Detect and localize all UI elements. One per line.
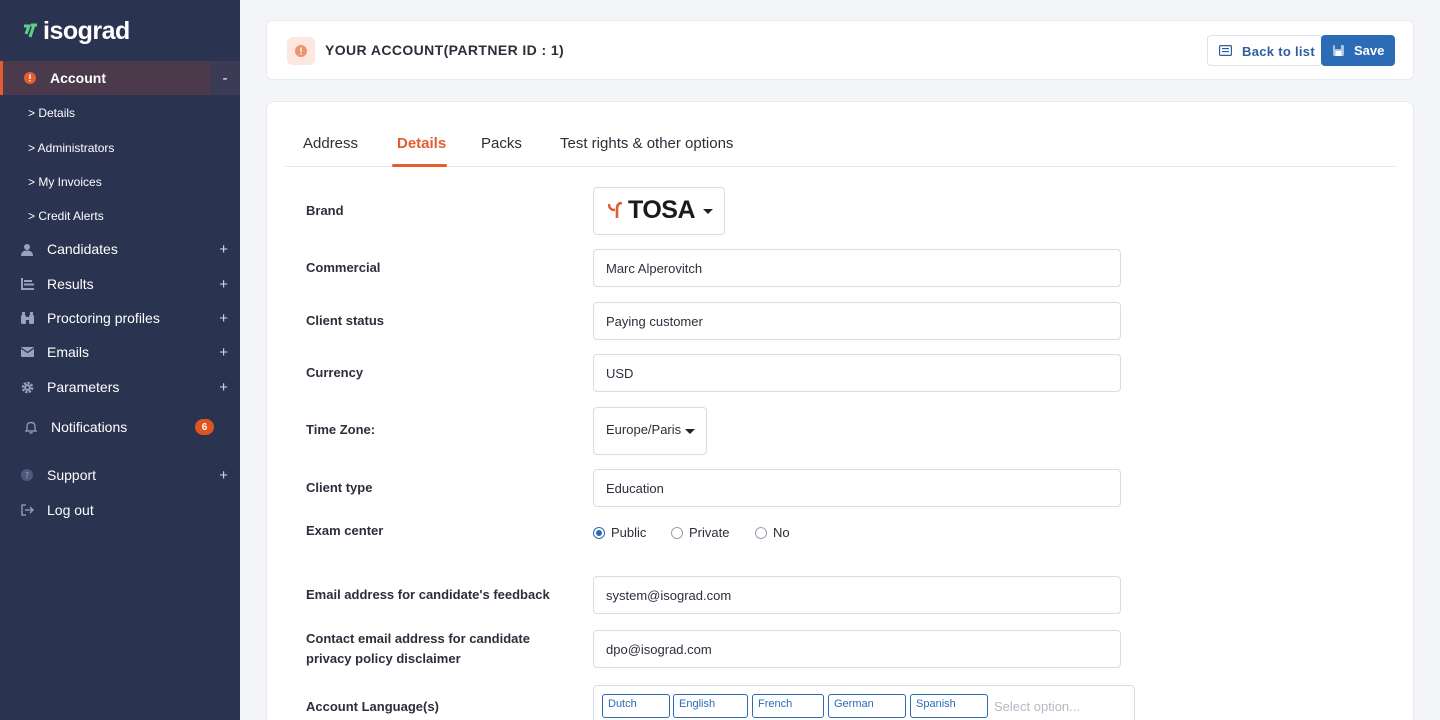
languages-placeholder[interactable]: Select option... [994, 699, 1080, 714]
exam-center-label: Exam center [306, 523, 384, 538]
sidebar-item-label: Candidates [47, 241, 118, 257]
timezone-select[interactable]: Europe/Paris [593, 407, 707, 455]
envelope-icon [20, 345, 34, 359]
client-type-field[interactable]: Education [593, 469, 1121, 507]
expand-toggle[interactable]: + [219, 276, 228, 293]
sidebar-item-proctoring[interactable]: Proctoring profiles + [0, 301, 240, 335]
expand-toggle[interactable]: + [219, 344, 228, 361]
account-icon [23, 71, 37, 85]
feedback-email-label: Email address for candidate's feedback [306, 587, 550, 602]
warning-icon [287, 37, 315, 65]
tab-test-rights[interactable]: Test rights & other options [560, 135, 733, 152]
brand-label: Brand [306, 203, 344, 218]
exam-center-private-radio[interactable]: Private [671, 525, 729, 540]
back-to-list-label: Back to list [1242, 44, 1315, 59]
tab-details[interactable]: Details [397, 135, 446, 152]
active-tab-indicator [392, 164, 447, 167]
expand-toggle[interactable]: + [219, 379, 228, 396]
radio-dot [755, 526, 767, 539]
currency-label: Currency [306, 365, 364, 380]
brand-value: TOSA [628, 196, 696, 224]
language-chip[interactable]: German [828, 694, 906, 718]
commercial-field[interactable]: Marc Alperovitch [593, 249, 1121, 287]
timezone-value: Europe/Paris [606, 422, 682, 437]
sidebar-item-results[interactable]: Results + [0, 267, 240, 301]
language-chip[interactable]: Spanish [910, 694, 988, 718]
help-icon: ? [20, 468, 34, 482]
currency-field[interactable]: USD [593, 354, 1121, 392]
logo-text: isograd [43, 16, 130, 45]
save-label: Save [1354, 43, 1385, 58]
sidebar-item-label: Support [47, 467, 97, 483]
sidebar-subitem-invoices[interactable]: > My Invoices [28, 175, 102, 189]
page-header: YOUR ACCOUNT(PARTNER ID : 1) Back to lis… [266, 20, 1414, 80]
tab-address[interactable]: Address [303, 135, 358, 152]
languages-multiselect[interactable]: Dutch English French German Spanish Sele… [593, 685, 1135, 720]
sidebar-item-label: Account [50, 70, 106, 86]
privacy-email-field[interactable]: dpo@isograd.com [593, 630, 1121, 668]
sidebar-subitem-credit-alerts[interactable]: > Credit Alerts [28, 209, 104, 223]
sidebar-subitem-administrators[interactable]: > Administrators [28, 141, 114, 155]
sidebar: isograd Account - > Details > Administra… [0, 0, 240, 720]
radio-label: Private [689, 525, 730, 540]
radio-dot [593, 526, 605, 539]
user-icon [20, 242, 34, 256]
radio-label: Public [611, 525, 647, 540]
notification-count-badge: 6 [195, 419, 214, 435]
languages-label: Account Language(s) [306, 699, 439, 714]
chevron-down-icon [703, 209, 713, 214]
expand-toggle[interactable]: + [219, 467, 228, 484]
sidebar-item-label: Notifications [51, 419, 128, 435]
isograd-mark-icon [24, 23, 37, 38]
feedback-email-field[interactable]: system@isograd.com [593, 576, 1121, 614]
account-details-card: Address Details Packs Test rights & othe… [266, 101, 1414, 720]
logout-icon [20, 503, 34, 517]
gear-icon [20, 380, 34, 394]
commercial-label: Commercial [306, 260, 381, 275]
sidebar-subitem-details[interactable]: > Details [28, 106, 75, 120]
results-icon [20, 277, 34, 291]
client-status-label: Client status [306, 313, 385, 328]
tab-packs[interactable]: Packs [481, 135, 522, 152]
client-type-label: Client type [306, 480, 373, 495]
language-chip[interactable]: French [752, 694, 824, 718]
sidebar-item-label: Results [47, 276, 94, 292]
sidebar-item-label: Parameters [47, 379, 120, 395]
tosa-logo-icon [608, 202, 623, 218]
exam-center-public-radio[interactable]: Public [593, 525, 646, 540]
sidebar-item-emails[interactable]: Emails + [0, 335, 240, 369]
back-to-list-button[interactable]: Back to list [1207, 35, 1322, 66]
collapse-toggle[interactable]: - [210, 61, 240, 95]
sidebar-item-label: Emails [47, 344, 90, 360]
brand-select[interactable]: TOSA [593, 187, 725, 235]
sidebar-item-logout[interactable]: Log out [0, 493, 240, 527]
tab-bar: Address Details Packs Test rights & othe… [285, 102, 1396, 167]
sidebar-item-parameters[interactable]: Parameters + [0, 370, 240, 404]
sidebar-item-account[interactable]: Account - [0, 61, 240, 95]
expand-toggle[interactable]: + [219, 310, 228, 327]
list-icon [1219, 45, 1232, 56]
page-title: YOUR ACCOUNT(PARTNER ID : 1) [325, 42, 565, 58]
isograd-logo[interactable]: isograd [22, 16, 130, 46]
privacy-email-label: Contact email address for candidate priv… [306, 631, 530, 666]
binoculars-icon [20, 311, 34, 325]
sidebar-item-candidates[interactable]: Candidates + [0, 232, 240, 266]
exam-center-no-radio[interactable]: No [755, 525, 790, 540]
radio-dot [671, 526, 683, 539]
client-status-field[interactable]: Paying customer [593, 302, 1121, 340]
svg-text:?: ? [25, 471, 29, 480]
sidebar-item-notifications[interactable]: Notifications 6 [0, 410, 240, 444]
language-chip[interactable]: Dutch [602, 694, 670, 718]
sidebar-item-support[interactable]: ? Support + [0, 458, 240, 492]
expand-toggle[interactable]: + [219, 241, 228, 258]
timezone-label: Time Zone: [306, 422, 376, 437]
bell-icon [24, 420, 38, 434]
sidebar-item-label: Proctoring profiles [47, 310, 160, 326]
chevron-down-icon [685, 429, 695, 434]
radio-label: No [773, 525, 790, 540]
save-button[interactable]: Save [1321, 35, 1395, 66]
language-chip[interactable]: English [673, 694, 748, 718]
floppy-disk-icon [1333, 45, 1344, 56]
sidebar-item-label: Log out [47, 502, 94, 518]
